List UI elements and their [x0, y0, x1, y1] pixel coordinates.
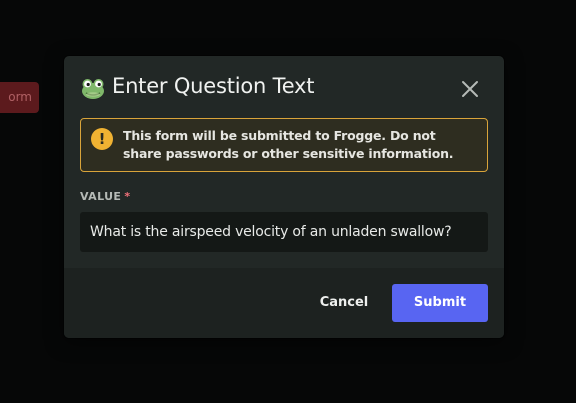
- warning-banner: ! This form will be submitted to Frogge.…: [80, 118, 488, 172]
- frog-icon: [82, 79, 104, 99]
- modal-header: Enter Question Text: [80, 72, 488, 106]
- value-label-text: VALUE: [80, 190, 122, 203]
- background-button: orm: [0, 82, 39, 113]
- submit-button[interactable]: Submit: [392, 284, 488, 322]
- modal-title: Enter Question Text: [112, 74, 315, 98]
- warning-text: This form will be submitted to Frogge. D…: [123, 128, 454, 161]
- required-marker: *: [124, 190, 131, 203]
- value-input[interactable]: What is the airspeed velocity of an unla…: [80, 212, 488, 252]
- question-modal: Enter Question Text ! This form will be …: [64, 56, 504, 338]
- close-icon[interactable]: [460, 79, 480, 99]
- modal-footer: Cancel Submit: [64, 268, 504, 338]
- background-button-label: orm: [8, 90, 32, 104]
- cancel-button[interactable]: Cancel: [304, 284, 384, 322]
- warning-icon: !: [91, 128, 113, 150]
- value-field-label: VALUE *: [80, 190, 131, 203]
